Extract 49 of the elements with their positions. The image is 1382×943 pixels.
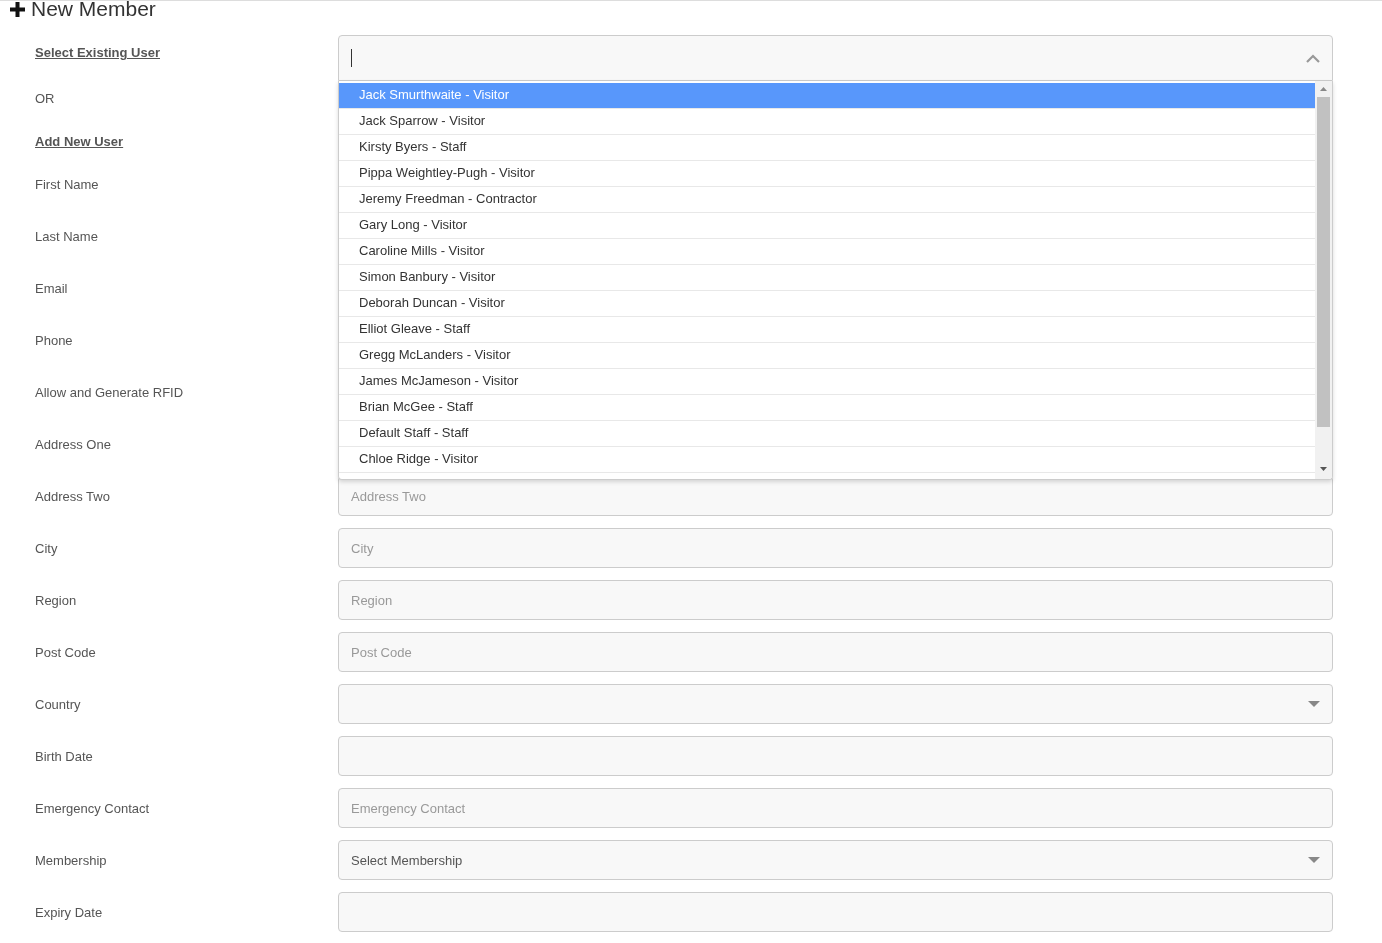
text-field[interactable]: Post Code (338, 632, 1333, 672)
dropdown-option[interactable]: Simon Banbury - Visitor (339, 265, 1315, 291)
dropdown-option[interactable]: Jack Sparrow - Visitor (339, 109, 1315, 135)
field-label: Address One (35, 436, 111, 452)
dropdown-option[interactable]: Gregg McLanders - Visitor (339, 343, 1315, 369)
caret-down-icon (1308, 701, 1320, 707)
text-field[interactable]: Region (338, 580, 1333, 620)
field-label: Email (35, 280, 68, 296)
dropdown-option[interactable]: Elliot Gleave - Staff (339, 317, 1315, 343)
field-label: Phone (35, 332, 73, 348)
caret-down-icon (1308, 857, 1320, 863)
text-field[interactable] (338, 736, 1333, 776)
plus-icon (10, 1, 25, 17)
field-label: Emergency Contact (35, 800, 150, 816)
field-label: City (35, 540, 58, 556)
text-field[interactable] (338, 892, 1333, 932)
dropdown-option[interactable]: Pippa Weightley-Pugh - Visitor (339, 161, 1315, 187)
field-label: Membership (35, 852, 107, 868)
dropdown-option[interactable]: Gary Long - Visitor (339, 213, 1315, 239)
field-label: Birth Date (35, 748, 93, 764)
text-field[interactable]: City (338, 528, 1333, 568)
field-label: Address Two (35, 488, 110, 504)
link[interactable]: Select Existing User (35, 45, 160, 60)
chevron-up-icon[interactable] (1306, 53, 1320, 63)
label: OR (35, 90, 55, 106)
field-label: Country (35, 696, 81, 712)
dropdown-option[interactable]: James McJameson - Visitor (339, 369, 1315, 395)
field-label: Expiry Date (35, 904, 103, 920)
dropdown-option[interactable]: Caroline Mills - Visitor (339, 239, 1315, 265)
dropdown-option[interactable]: Jeremy Freedman - Contractor (339, 187, 1315, 213)
select-value: Select Membership (351, 852, 463, 868)
page-title: New Member (31, 0, 156, 21)
dropdown-option[interactable]: Chloe Ridge - Visitor (339, 447, 1315, 473)
user-select-field[interactable] (338, 35, 1333, 81)
field-label: Allow and Generate RFID (35, 384, 184, 400)
scrollbar-drawing[interactable] (1315, 81, 1332, 479)
text-field[interactable]: Address Two (338, 476, 1333, 516)
field-label: Region (35, 592, 77, 608)
select-field[interactable]: Select Membership (338, 840, 1333, 880)
field-label: Last Name (35, 228, 98, 244)
dropdown-option[interactable]: Kirsty Byers - Staff (339, 135, 1315, 161)
link[interactable]: Add New User (35, 133, 124, 149)
text-field[interactable]: Emergency Contact (338, 788, 1333, 828)
field-label: First Name (35, 176, 99, 192)
dropdown-option[interactable]: Deborah Duncan - Visitor (339, 291, 1315, 317)
dropdown-option[interactable]: Brian McGee - Staff (339, 395, 1315, 421)
dropdown-option[interactable]: Default Staff - Staff (339, 421, 1315, 447)
select-field[interactable] (338, 684, 1333, 724)
field-label: Post Code (35, 644, 96, 660)
